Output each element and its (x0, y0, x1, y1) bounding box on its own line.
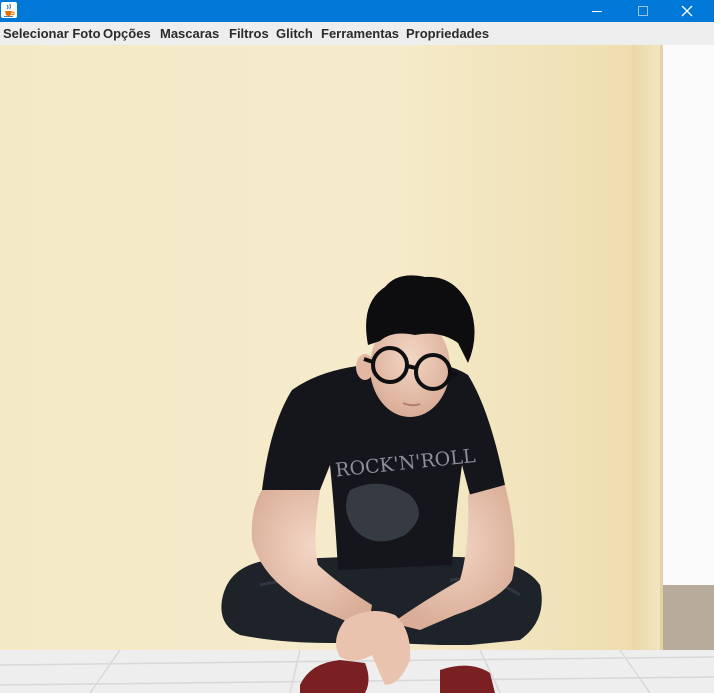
title-bar[interactable] (0, 0, 714, 22)
menu-mascaras[interactable]: Mascaras (160, 26, 219, 41)
menu-bar: Selecionar Foto Opções Mascaras Filtros … (0, 22, 714, 46)
minimize-icon (592, 11, 602, 12)
menu-opcoes[interactable]: Opções (103, 26, 151, 41)
minimize-button[interactable] (574, 0, 620, 22)
java-cup-icon (1, 2, 17, 18)
menu-filtros[interactable]: Filtros (229, 26, 269, 41)
close-button[interactable] (664, 0, 710, 22)
close-icon (681, 5, 693, 17)
maximize-button[interactable] (620, 0, 666, 22)
window-light (663, 45, 714, 605)
maximize-icon (638, 6, 648, 16)
photo-canvas[interactable]: ROCK'N'ROLL (0, 45, 714, 693)
menu-propriedades[interactable]: Propriedades (406, 26, 489, 41)
menu-selecionar-foto[interactable]: Selecionar Foto (3, 26, 101, 41)
wall-pillar (632, 45, 664, 660)
menu-glitch[interactable]: Glitch (276, 26, 313, 41)
menu-ferramentas[interactable]: Ferramentas (321, 26, 399, 41)
